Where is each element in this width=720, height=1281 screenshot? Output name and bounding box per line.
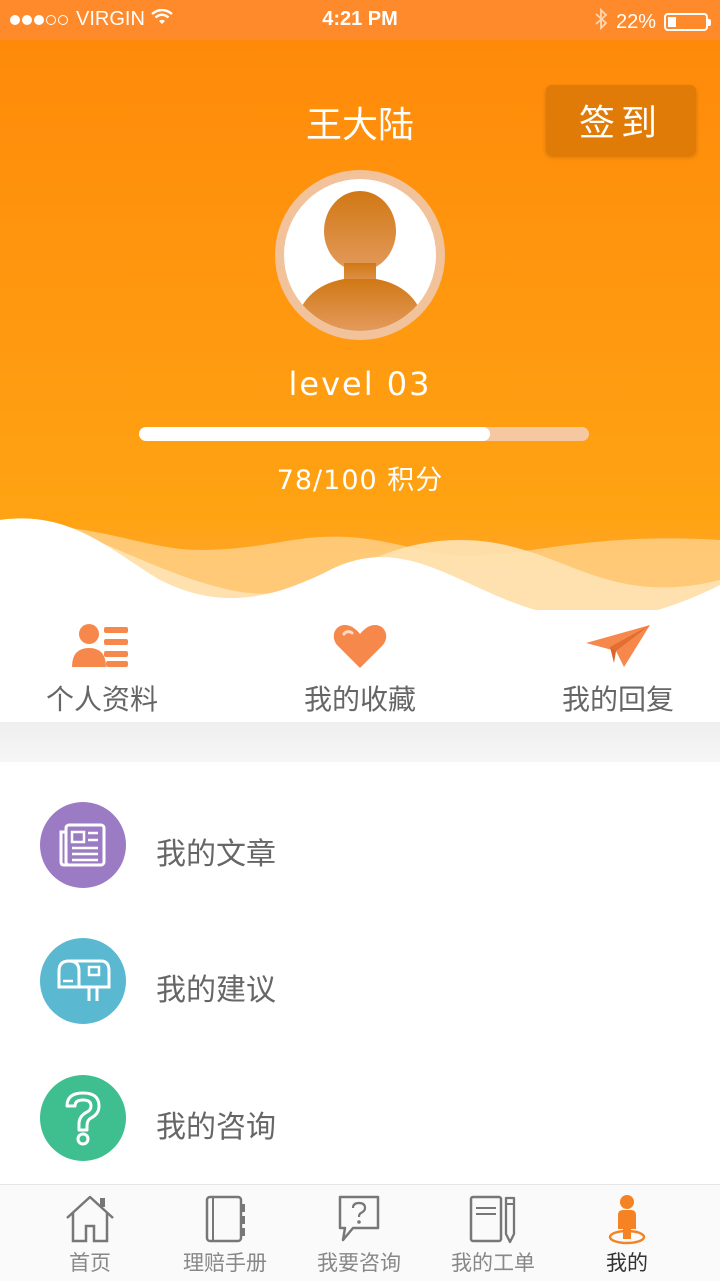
- tab-bar: 首页 理赔手册 我要咨询 我的工单 我的: [0, 1184, 720, 1281]
- mailbox-icon: [40, 938, 126, 1024]
- section-divider: [0, 722, 720, 762]
- menu-item-label: 我的咨询: [156, 1110, 276, 1145]
- paper-plane-icon: [518, 618, 718, 674]
- tab-me[interactable]: 我的: [559, 1193, 695, 1277]
- quick-action-favorites[interactable]: 我的收藏: [260, 618, 460, 718]
- tab-handbook[interactable]: 理赔手册: [157, 1193, 293, 1277]
- quick-action-replies[interactable]: 我的回复: [518, 618, 718, 718]
- person-icon: [559, 1193, 695, 1245]
- battery-icon: [664, 13, 711, 31]
- status-bar-right: 22%: [594, 7, 711, 36]
- handbook-icon: [157, 1193, 293, 1245]
- newspaper-icon: [40, 802, 126, 888]
- user-level: level 03: [288, 365, 432, 403]
- home-icon: [22, 1193, 158, 1245]
- tab-home[interactable]: 首页: [22, 1193, 158, 1277]
- question-icon: [40, 1075, 126, 1161]
- profile-list-icon: [2, 618, 202, 674]
- quick-actions: 个人资料 我的收藏 我的回复: [0, 610, 720, 722]
- profile-header: 王大陆 签到 level 03 78/100 积分: [0, 40, 720, 640]
- avatar-silhouette-icon: [284, 179, 436, 331]
- menu-item-label: 我的文章: [156, 837, 276, 872]
- tab-label: 我的: [606, 1251, 648, 1275]
- menu-item-articles[interactable]: 我的文章: [0, 795, 720, 895]
- work-order-icon: [425, 1193, 561, 1245]
- menu-item-suggestions[interactable]: 我的建议: [0, 931, 720, 1031]
- tab-consult[interactable]: 我要咨询: [291, 1193, 427, 1277]
- points-progress-bar: [139, 427, 589, 441]
- bluetooth-icon: [594, 7, 608, 36]
- heart-icon: [260, 618, 460, 674]
- quick-action-profile[interactable]: 个人资料: [2, 618, 202, 718]
- avatar[interactable]: [275, 170, 445, 340]
- tab-label: 首页: [69, 1251, 111, 1275]
- tab-label: 我的工单: [451, 1251, 535, 1275]
- points-progress-fill: [139, 427, 490, 441]
- consult-icon: [291, 1193, 427, 1245]
- menu-item-consultations[interactable]: 我的咨询: [0, 1068, 720, 1168]
- quick-action-label: 我的收藏: [303, 683, 416, 716]
- battery-percent: 22%: [615, 10, 656, 33]
- points-text: 78/100 积分: [276, 465, 444, 496]
- quick-action-label: 我的回复: [561, 683, 674, 716]
- menu-item-label: 我的建议: [156, 973, 276, 1008]
- checkin-button[interactable]: 签到: [546, 85, 696, 155]
- tab-label: 我要咨询: [317, 1251, 401, 1275]
- tab-label: 理赔手册: [183, 1251, 267, 1275]
- quick-action-label: 个人资料: [45, 683, 158, 716]
- status-bar: VIRGIN 4:21 PM 22%: [0, 0, 720, 40]
- tab-work-orders[interactable]: 我的工单: [425, 1193, 561, 1277]
